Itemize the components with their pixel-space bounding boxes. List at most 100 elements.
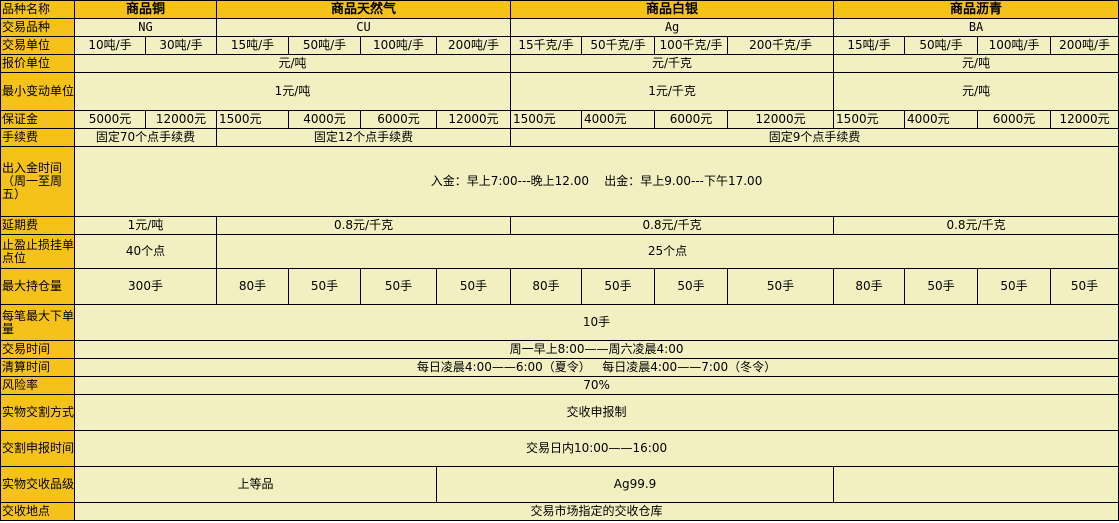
row-label: 清算时间: [0, 358, 75, 377]
cell: 100吨/手: [977, 36, 1052, 55]
header-variety-name: 品种名称: [0, 0, 75, 19]
cell: 50手: [581, 268, 656, 305]
cell: BA: [833, 18, 1119, 37]
cell: 300手: [73, 268, 218, 305]
row-label: 最小变动单位: [0, 72, 75, 111]
row-tick: 最小变动单位 1元/吨 1元/千克 元/吨: [0, 72, 1119, 111]
cell: [833, 466, 1119, 503]
cell: 12000元: [436, 110, 512, 129]
row-label: 风险率: [0, 376, 75, 395]
cell: 50手: [1050, 268, 1119, 305]
header-silver: 商品白银: [510, 0, 835, 19]
cell: 50手: [977, 268, 1052, 305]
row-label: 实物交割方式: [0, 394, 75, 431]
header-copper: 商品铜: [73, 0, 218, 19]
row-label: 交易时间: [0, 340, 75, 359]
row-label: 实物交收品级: [0, 466, 75, 503]
row-label: 每笔最大下单量: [0, 304, 75, 341]
row-quote-unit: 报价单位 元/吨 元/千克 元/吨: [0, 54, 1119, 73]
cell: 4000元: [288, 110, 362, 129]
cell: 6000元: [977, 110, 1052, 129]
row-trading-hours: 交易时间 周一早上8:00——周六凌晨4:00: [0, 340, 1119, 359]
cell: 0.8元/千克: [216, 216, 512, 235]
cell: 15吨/手: [833, 36, 906, 55]
cell: 50千克/手: [581, 36, 656, 55]
cell: 0.8元/千克: [510, 216, 835, 235]
cell: 上等品: [73, 466, 438, 503]
row-delivery-time: 交割申报时间 交易日内10:00——16:00: [0, 430, 1119, 467]
row-label: 止盈止损挂单点位: [0, 234, 75, 269]
row-max-position: 最大持仓量 300手 80手 50手 50手 50手 80手 50手 50手 5…: [0, 268, 1119, 305]
cell: 元/吨: [73, 54, 512, 73]
row-label: 交割申报时间: [0, 430, 75, 467]
cell: 6000元: [360, 110, 438, 129]
cell: 交易市场指定的交收仓库: [73, 502, 1119, 521]
cell: 50吨/手: [288, 36, 362, 55]
header-row: 品种名称 商品铜 商品天然气 商品白银 商品沥青: [0, 0, 1119, 19]
cell: 50手: [727, 268, 835, 305]
cell: 0.8元/千克: [833, 216, 1119, 235]
cell: 12000元: [727, 110, 835, 129]
row-label: 报价单位: [0, 54, 75, 73]
cell: 周一早上8:00——周六凌晨4:00: [73, 340, 1119, 359]
row-stop-points: 止盈止损挂单点位 40个点 25个点: [0, 234, 1119, 269]
cell: 交收申报制: [73, 394, 1119, 431]
cell: 6000元: [654, 110, 729, 129]
cell: CU: [216, 18, 512, 37]
row-variety: 交易品种 NG CU Ag BA: [0, 18, 1119, 37]
row-label: 保证金: [0, 110, 75, 129]
row-grade: 实物交收品级 上等品 Ag99.9: [0, 466, 1119, 503]
row-max-order: 每笔最大下单量 10手: [0, 304, 1119, 341]
cell: Ag99.9: [436, 466, 835, 503]
cell: 80手: [510, 268, 583, 305]
cell: 固定9个点手续费: [510, 128, 1119, 147]
cell: 50手: [904, 268, 979, 305]
cell: 50手: [436, 268, 512, 305]
row-unit: 交易单位 10吨/手 30吨/手 15吨/手 50吨/手 100吨/手 200吨…: [0, 36, 1119, 55]
cell: 元/吨: [833, 54, 1119, 73]
row-delivery-place: 交收地点 交易市场指定的交收仓库: [0, 502, 1119, 521]
row-deferral-fee: 延期费 1元/吨 0.8元/千克 0.8元/千克 0.8元/千克: [0, 216, 1119, 235]
cell: 4000元: [904, 110, 979, 129]
cell: 15吨/手: [216, 36, 290, 55]
cell: 80手: [833, 268, 906, 305]
cell: 12000元: [144, 110, 218, 129]
cell: 70%: [73, 376, 1119, 395]
cell: 元/千克: [510, 54, 835, 73]
row-settlement-time: 清算时间 每日凌晨4:00——6:00（夏令） 每日凌晨4:00——7:00（冬…: [0, 358, 1119, 377]
commodity-spec-table: 品种名称 商品铜 商品天然气 商品白银 商品沥青 交易品种 NG CU Ag B…: [0, 0, 1119, 521]
header-natural-gas: 商品天然气: [216, 0, 512, 19]
cell: 100吨/手: [360, 36, 438, 55]
cell: 30吨/手: [144, 36, 218, 55]
row-label: 延期费: [0, 216, 75, 235]
cell: 每日凌晨4:00——6:00（夏令） 每日凌晨4:00——7:00（冬令）: [73, 358, 1119, 377]
cell: 1元/吨: [73, 216, 218, 235]
cell: 4000元: [581, 110, 656, 129]
cell: 50手: [360, 268, 438, 305]
row-risk-rate: 风险率 70%: [0, 376, 1119, 395]
row-funds-time: 出入金时间（周一至周五） 入金：早上7:00---晚上12.00 出金：早上9.…: [0, 146, 1119, 217]
cell: Ag: [510, 18, 835, 37]
cell: 固定70个点手续费: [73, 128, 218, 147]
cell: 25个点: [216, 234, 1119, 269]
cell: 10吨/手: [74, 36, 146, 55]
cell: 1500元: [510, 110, 583, 129]
cell: 交易日内10:00——16:00: [73, 430, 1119, 467]
cell: 15千克/手: [510, 36, 583, 55]
cell: 1元/千克: [510, 72, 835, 111]
cell: 50吨/手: [904, 36, 979, 55]
cell: 40个点: [73, 234, 218, 269]
cell: 1元/吨: [73, 72, 512, 111]
cell: 100千克/手: [654, 36, 729, 55]
row-label: 出入金时间（周一至周五）: [0, 146, 75, 217]
cell: 200吨/手: [1050, 36, 1119, 55]
row-fee: 手续费 固定70个点手续费 固定12个点手续费 固定9个点手续费: [0, 128, 1119, 147]
row-margin: 保证金 5000元 12000元 1500元 4000元 6000元 12000…: [0, 110, 1119, 129]
cell: 固定12个点手续费: [216, 128, 512, 147]
cell: 50手: [654, 268, 729, 305]
cell: 1500元: [833, 110, 906, 129]
row-label: 交易单位: [0, 36, 75, 55]
row-label: 交易品种: [0, 18, 75, 37]
cell: 元/吨: [833, 72, 1119, 111]
cell: 200吨/手: [436, 36, 512, 55]
